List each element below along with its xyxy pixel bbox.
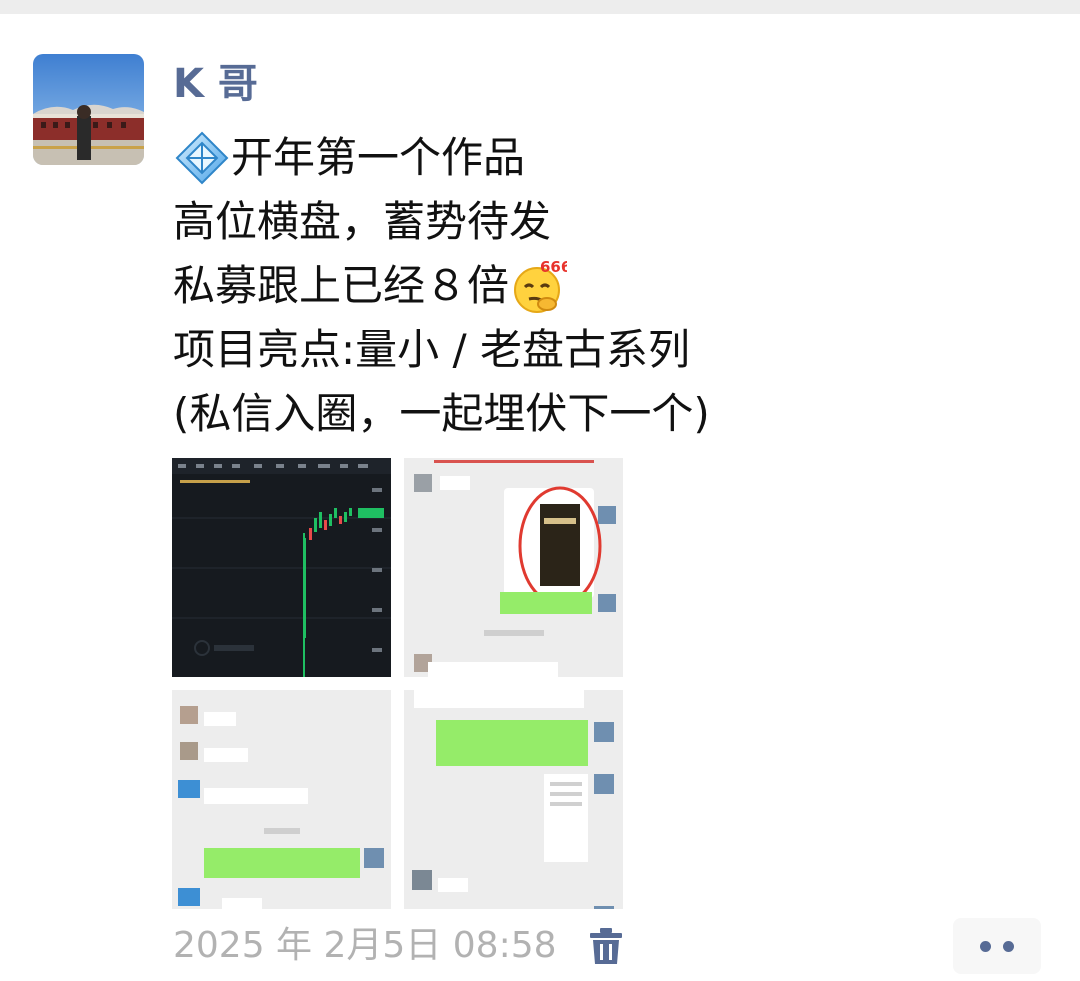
line-text: 项目亮点:量小 / 老盘古系列 [173, 325, 691, 374]
line-text: 高位横盘，蓄势待发 [173, 197, 552, 246]
line-text: 私募跟上已经８倍 [173, 261, 510, 310]
text-line: (私信入圈，一起埋伏下一个) [173, 382, 1033, 446]
line-text: 开年第一个作品 [231, 133, 526, 182]
text-line: 高位横盘，蓄势待发 [173, 190, 1033, 254]
text-line: 项目亮点:量小 / 老盘古系列 [173, 318, 1033, 382]
line-text: (私信入圈，一起埋伏下一个) [173, 389, 710, 438]
text-line: 私募跟上已经８倍 666 [173, 254, 1033, 318]
text-line: 开年第一个作品 [173, 126, 1033, 190]
dot [1003, 941, 1014, 952]
image-thumbnail-chat[interactable] [404, 690, 623, 909]
post-text: 开年第一个作品 高位横盘，蓄势待发 私募跟上已经８倍 666 项目亮点:量小 /… [173, 126, 1033, 446]
diamond-emoji-icon [173, 129, 231, 187]
chat-screenshot [404, 690, 623, 909]
trash-icon[interactable] [588, 926, 624, 966]
image-thumbnail-chat[interactable] [172, 690, 391, 909]
author-name[interactable]: K 哥 [173, 56, 258, 112]
candlestick-chart-screenshot [172, 458, 391, 677]
chat-screenshot [404, 458, 623, 677]
thinking-666-emoji-icon: 666 [509, 257, 567, 315]
avatar[interactable] [33, 54, 144, 165]
post-timestamp: 2025 年 2月5日 08:58 [173, 925, 557, 966]
image-thumbnail-chat[interactable] [404, 458, 623, 677]
top-status-strip [0, 0, 1080, 14]
more-dots-icon[interactable] [953, 918, 1041, 974]
dot [980, 941, 991, 952]
chat-screenshot [172, 690, 391, 909]
emoji-666-label: 666 [540, 258, 567, 276]
image-thumbnail-chart[interactable] [172, 458, 391, 677]
